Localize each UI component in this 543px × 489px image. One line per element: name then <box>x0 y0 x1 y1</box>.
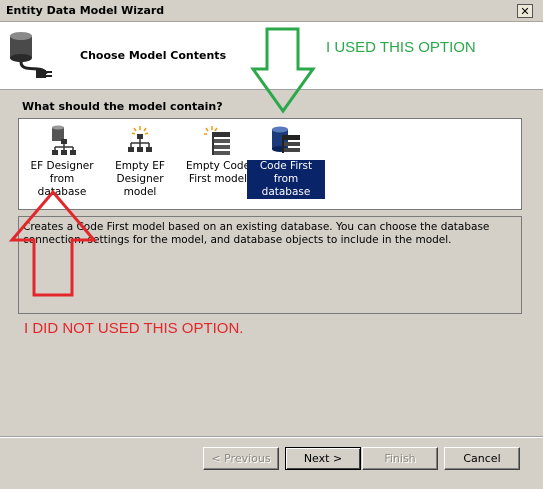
description-panel: Creates a Code First model based on an e… <box>18 216 522 314</box>
model-options-list: EF Designer from database Empty EF Desig… <box>18 118 522 210</box>
database-plug-icon <box>10 32 52 78</box>
next-button[interactable]: Next > <box>285 447 361 470</box>
option-label: Code First from database <box>247 160 325 199</box>
footer-divider <box>0 436 543 438</box>
window-title: Entity Data Model Wizard <box>6 4 165 17</box>
empty-ef-designer-icon <box>128 126 152 152</box>
annotation-not-used-option: I DID NOT USED THIS OPTION. <box>24 320 244 337</box>
close-icon: ✕ <box>520 4 530 18</box>
option-empty-code-first-model[interactable]: Empty Code First model <box>179 123 257 207</box>
cancel-button[interactable]: Cancel <box>444 447 520 470</box>
title-bar: Entity Data Model Wizard ✕ <box>0 0 543 22</box>
option-label: Empty EF Designer model <box>115 160 165 198</box>
finish-button[interactable]: Finish <box>362 447 438 470</box>
option-code-first-from-database[interactable]: Code First from database <box>247 123 325 207</box>
annotation-used-option: I USED THIS OPTION <box>326 39 476 56</box>
option-description: Creates a Code First model based on an e… <box>23 221 490 246</box>
close-button[interactable]: ✕ <box>517 4 533 18</box>
previous-button[interactable]: < Previous <box>203 447 279 470</box>
ef-designer-database-icon <box>52 125 76 155</box>
option-ef-designer-from-database[interactable]: EF Designer from database <box>23 123 101 207</box>
wizard-header: Choose Model Contents <box>0 22 543 90</box>
option-label: EF Designer from database <box>30 160 94 198</box>
empty-code-first-icon <box>204 126 230 155</box>
section-label: What should the model contain? <box>22 100 223 113</box>
code-first-database-icon <box>272 126 300 153</box>
option-label: Empty Code First model <box>185 160 251 185</box>
option-empty-ef-designer-model[interactable]: Empty EF Designer model <box>101 123 179 207</box>
page-title: Choose Model Contents <box>80 49 227 62</box>
